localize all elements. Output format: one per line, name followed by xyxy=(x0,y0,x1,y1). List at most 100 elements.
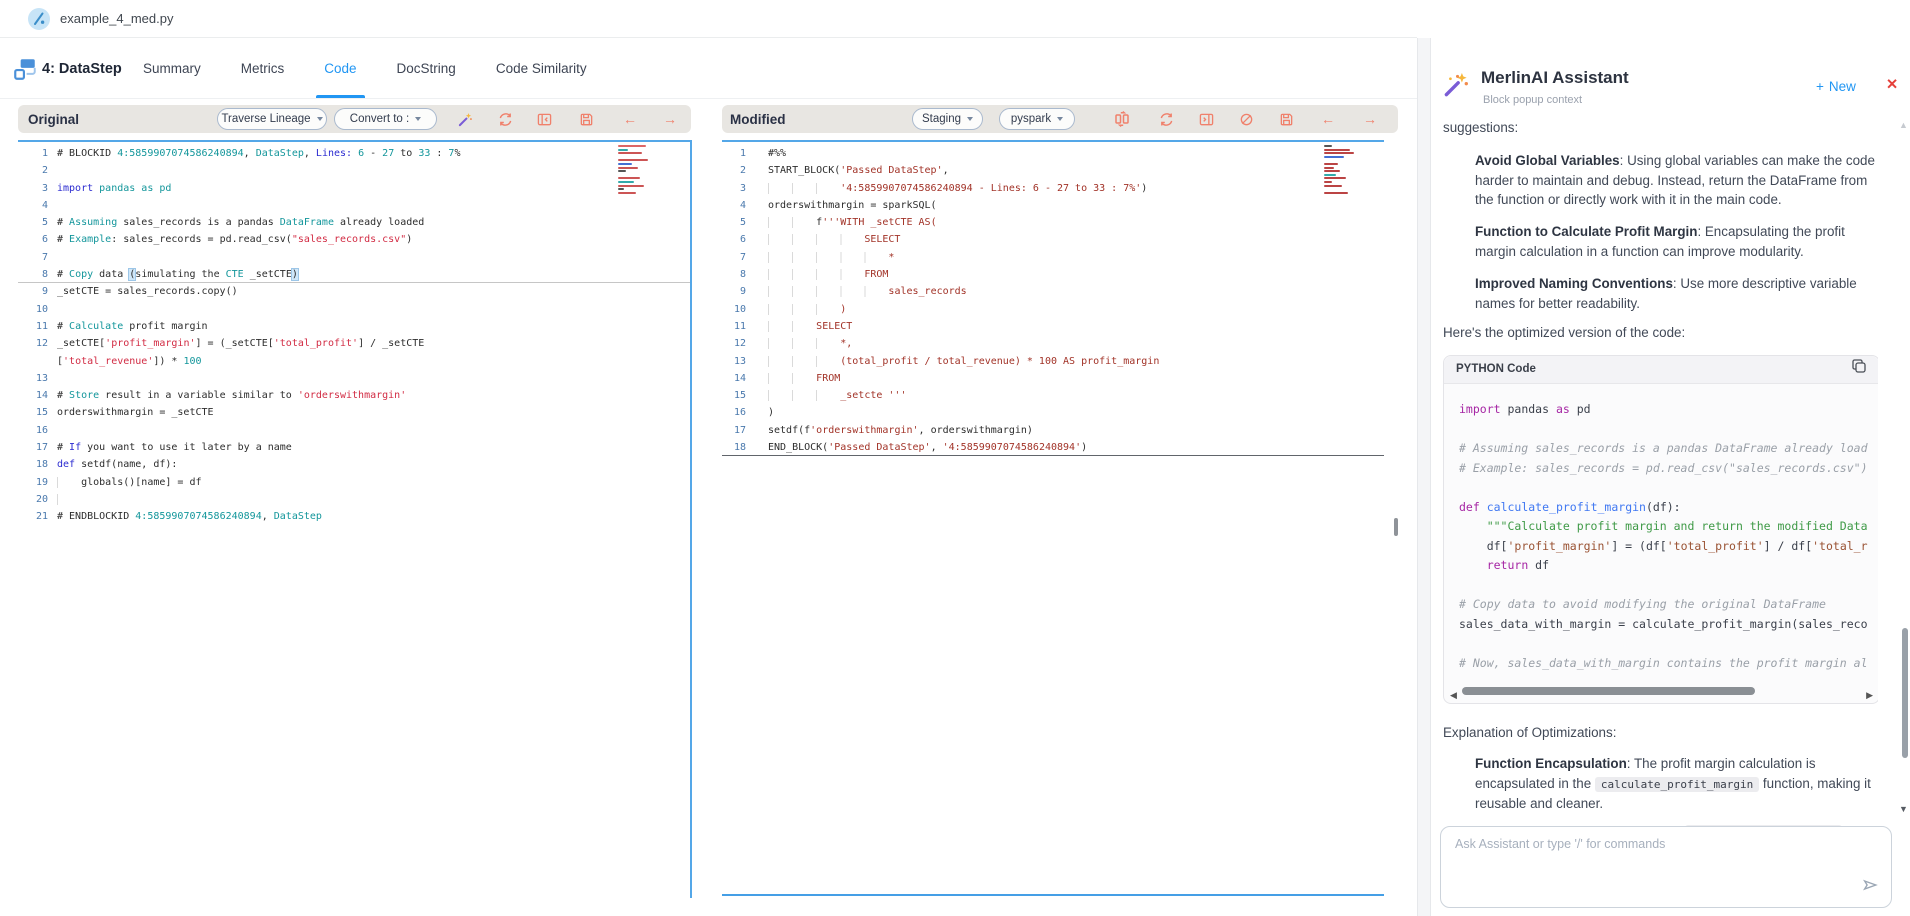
divider xyxy=(1417,38,1431,916)
line-number: 16 xyxy=(722,404,746,421)
chat-messages: suggestions: Avoid Global Variables: Usi… xyxy=(1443,118,1878,826)
code-line: 1#%% xyxy=(722,145,1384,162)
scroll-down-icon[interactable]: ▼ xyxy=(1899,804,1908,814)
code-line: 2START_BLOCK('Passed DataStep', xyxy=(722,162,1384,179)
code-line: 6# Example: sales_records = pd.read_csv(… xyxy=(18,231,690,248)
code-card: PYTHON Code import pandas as pd# Assumin… xyxy=(1443,355,1878,704)
line-number: 13 xyxy=(722,353,746,370)
refresh-icon[interactable] xyxy=(1156,105,1176,133)
line-number: 12 xyxy=(722,335,746,352)
code-line: 6 SELECT xyxy=(722,231,1384,248)
code-line: 18END_BLOCK('Passed DataStep', '4:585990… xyxy=(722,439,1384,456)
code-line: 8# Copy data (simulating the CTE _setCTE… xyxy=(18,266,690,283)
code-line: 4 xyxy=(18,197,690,214)
arrow-right-icon[interactable]: → xyxy=(1360,105,1380,133)
modified-code: 1#%%2START_BLOCK('Passed DataStep',3 '4:… xyxy=(722,142,1384,456)
scroll-right-icon[interactable]: ▶ xyxy=(1866,686,1873,706)
minimap[interactable] xyxy=(1324,145,1354,194)
explanation-item: Function Encapsulation: The profit margi… xyxy=(1475,754,1878,813)
line-number: 14 xyxy=(722,370,746,387)
message-text: Here's the optimized version of the code… xyxy=(1443,323,1878,343)
code-line: 15orderswithmargin = _setCTE xyxy=(18,404,690,421)
tab-bar: 4: DataStep Summary Metrics Code DocStri… xyxy=(0,39,1417,99)
tab-code-similarity[interactable]: Code Similarity xyxy=(490,39,593,98)
code-line: 21# ENDBLOCKID 4:5859907074586240894, Da… xyxy=(18,508,690,525)
code-line: # Now, sales_data_with_margin contains t… xyxy=(1459,654,1878,674)
magic-wand-icon[interactable] xyxy=(455,105,475,133)
line-number: 10 xyxy=(18,301,48,318)
tab-docstring[interactable]: DocString xyxy=(391,39,462,98)
save-icon[interactable] xyxy=(576,105,596,133)
line-number: 14 xyxy=(18,387,48,404)
message-text: suggestions: xyxy=(1443,118,1878,138)
app-icon xyxy=(28,8,50,30)
line-number: 4 xyxy=(722,197,746,214)
refresh-icon[interactable] xyxy=(495,105,515,133)
arrow-left-icon[interactable]: ← xyxy=(1318,105,1338,133)
code-line: 10 xyxy=(18,301,690,318)
arrow-right-icon[interactable]: → xyxy=(660,105,680,133)
scrollbar-thumb[interactable] xyxy=(1902,628,1908,758)
tab-code[interactable]: Code xyxy=(318,39,362,98)
step-label: 4: DataStep xyxy=(42,39,122,98)
code-line: 9 sales_records xyxy=(722,283,1384,300)
line-number: 17 xyxy=(18,439,48,456)
code-line: 9_setCTE = sales_records.copy() xyxy=(18,283,690,300)
code-line: 14 FROM xyxy=(722,370,1384,387)
code-line: # Example: sales_records = pd.read_csv("… xyxy=(1459,459,1878,479)
chat-input[interactable] xyxy=(1441,827,1891,907)
staging-dropdown[interactable]: Staging xyxy=(912,108,983,130)
horizontal-scrollbar[interactable]: ◀ ▶ xyxy=(1450,686,1873,696)
tab-list: Summary Metrics Code DocString Code Simi… xyxy=(137,39,593,98)
minimap[interactable] xyxy=(618,145,648,194)
close-assistant-button[interactable]: ✕ xyxy=(1886,77,1898,93)
line-number: 5 xyxy=(18,214,48,231)
scrollbar-thumb[interactable] xyxy=(1394,518,1398,536)
assistant-panel: MerlinAI Assistant Block popup context +… xyxy=(1431,0,1910,916)
code-editor-modified[interactable]: 1#%%2START_BLOCK('Passed DataStep',3 '4:… xyxy=(722,140,1384,896)
scrollbar-thumb[interactable] xyxy=(1462,687,1755,695)
scroll-left-icon[interactable]: ◀ xyxy=(1450,686,1457,706)
new-chat-button[interactable]: + New xyxy=(1816,79,1856,94)
code-line: 14# Store result in a variable similar t… xyxy=(18,387,690,404)
panel-left-icon[interactable] xyxy=(534,105,554,133)
code-card-body: import pandas as pd# Assuming sales_reco… xyxy=(1444,384,1878,703)
code-card-header: PYTHON Code xyxy=(1444,356,1878,384)
tab-metrics[interactable]: Metrics xyxy=(235,39,291,98)
steps-logo-icon xyxy=(12,56,38,87)
code-editor-original[interactable]: 1# BLOCKID 4:5859907074586240894, DataSt… xyxy=(18,140,692,898)
suggestion-item: Improved Naming Conventions: Use more de… xyxy=(1475,274,1878,314)
code-line xyxy=(1459,420,1878,440)
arrow-left-icon[interactable]: ← xyxy=(620,105,640,133)
tab-summary[interactable]: Summary xyxy=(137,39,207,98)
code-line: sales_data_with_margin = calculate_profi… xyxy=(1459,615,1878,635)
window-title: example_4_med.py xyxy=(60,11,173,26)
copy-code-button[interactable] xyxy=(1851,358,1867,382)
compare-icon[interactable] xyxy=(1112,105,1132,133)
code-line: 15 _setcte ''' xyxy=(722,387,1384,404)
chevron-down-icon xyxy=(415,117,421,121)
code-line: 5# Assuming sales_records is a pandas Da… xyxy=(18,214,690,231)
line-number: 6 xyxy=(722,231,746,248)
line-number: 15 xyxy=(18,404,48,421)
code-line: 13 xyxy=(18,370,690,387)
chevron-down-icon xyxy=(967,117,973,121)
convert-to-dropdown[interactable]: Convert to : xyxy=(334,108,437,130)
assistant-title: MerlinAI Assistant xyxy=(1481,68,1629,88)
scroll-up-icon[interactable]: ▲ xyxy=(1899,120,1908,130)
message-text: Explanation of Optimizations: xyxy=(1443,723,1878,743)
line-number: 11 xyxy=(722,318,746,335)
traverse-lineage-dropdown[interactable]: Traverse Lineage xyxy=(217,108,327,130)
code-line: import pandas as pd xyxy=(1459,400,1878,420)
line-number: 16 xyxy=(18,422,48,439)
eye-off-icon[interactable] xyxy=(1236,105,1256,133)
save-icon[interactable] xyxy=(1276,105,1296,133)
panel-right-icon[interactable] xyxy=(1196,105,1216,133)
send-icon[interactable] xyxy=(1861,876,1879,899)
language-dropdown[interactable]: pyspark xyxy=(999,108,1075,130)
line-number: 9 xyxy=(722,283,746,300)
line-number: 8 xyxy=(722,266,746,283)
line-number: 20 xyxy=(18,491,48,508)
code-line xyxy=(1459,478,1878,498)
code-line: 5 f'''WITH _setCTE AS( xyxy=(722,214,1384,231)
